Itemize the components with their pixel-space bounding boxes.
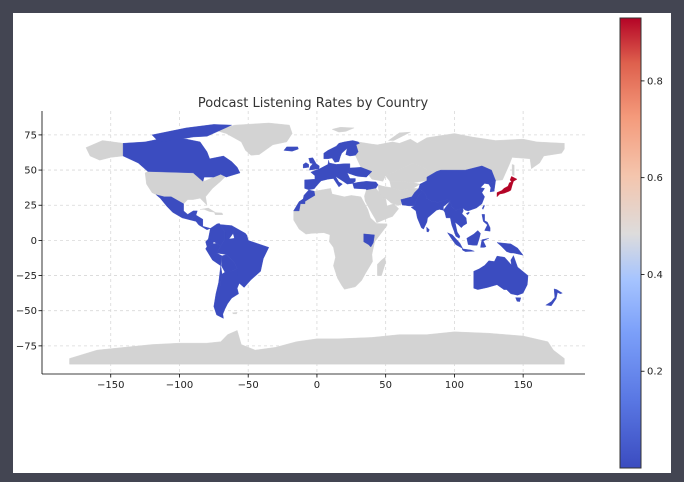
country-hainan xyxy=(465,211,470,216)
x-tick-label: −150 xyxy=(97,380,124,391)
y-tick-label: 75 xyxy=(24,130,37,141)
colorbar-tick-label: 0.6 xyxy=(647,173,663,184)
country-arctic-islands xyxy=(151,124,232,143)
x-tick-label: −50 xyxy=(238,380,259,391)
country-scandinavia xyxy=(323,140,360,163)
country-new-guinea xyxy=(496,242,524,256)
country-tasmania xyxy=(515,297,522,302)
x-tick-label: 100 xyxy=(445,380,464,391)
y-tick-label: −25 xyxy=(16,271,37,282)
colorbar-gradient xyxy=(619,17,642,469)
country-svalbard xyxy=(331,126,355,133)
country-madagascar xyxy=(377,256,386,276)
x-tick-label: 50 xyxy=(379,380,392,391)
country-greenland xyxy=(215,122,293,156)
country-falklands xyxy=(232,312,238,315)
country-java xyxy=(461,248,475,252)
colorbar-tick-label: 0.4 xyxy=(647,270,663,281)
country-cuba xyxy=(200,207,216,213)
country-sakhalin xyxy=(511,164,515,176)
country-sulawesi xyxy=(480,238,489,248)
x-tick-label: −100 xyxy=(166,380,193,391)
country-novaya-zemlya xyxy=(387,131,411,141)
country-ireland xyxy=(303,162,309,169)
country-united-kingdom xyxy=(308,157,320,171)
colorbar-tick-label: 0.2 xyxy=(647,367,663,378)
chart-title: Podcast Listening Rates by Country xyxy=(198,96,429,111)
y-tick-label: −75 xyxy=(16,341,37,352)
x-tick-label: 0 xyxy=(314,380,320,391)
y-tick-label: 0 xyxy=(31,236,37,247)
country-peru xyxy=(205,242,223,267)
country-alaska xyxy=(85,140,124,161)
country-turkey xyxy=(352,181,379,191)
country-central-america xyxy=(190,214,212,231)
colorbar-tick-label: 0.8 xyxy=(647,76,663,87)
country-australia xyxy=(473,255,529,296)
y-tick-label: 50 xyxy=(24,166,37,177)
country-philippines xyxy=(481,214,491,232)
country-borneo xyxy=(466,230,481,246)
country-iceland xyxy=(283,146,299,152)
chart-svg: Podcast Listening Rates by Country −150 −… xyxy=(16,17,663,469)
country-new-zealand xyxy=(545,288,563,307)
country-sri-lanka xyxy=(426,226,430,233)
colorbar: 0.2 0.4 0.6 0.8 xyxy=(619,17,663,469)
figure: Podcast Listening Rates by Country −150 −… xyxy=(13,13,671,473)
y-tick-label: 25 xyxy=(24,201,37,212)
y-tick-label: −50 xyxy=(16,306,37,317)
country-hispaniola xyxy=(214,212,224,215)
country-sumatra xyxy=(446,232,464,250)
x-tick-label: 150 xyxy=(514,380,533,391)
